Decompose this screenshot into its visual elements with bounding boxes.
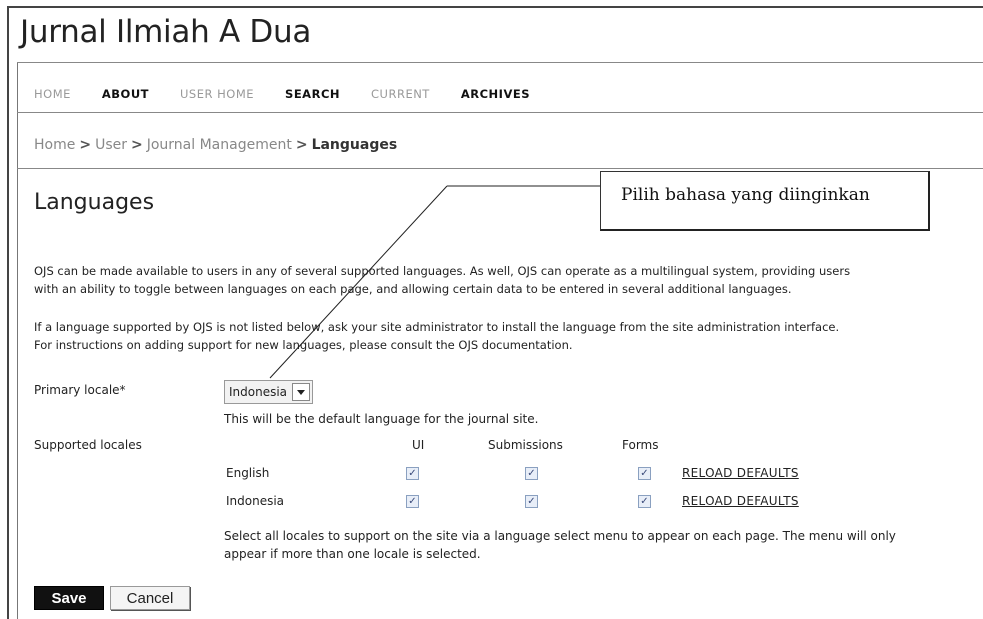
intro-paragraph-1: OJS can be made available to users in an… (34, 262, 979, 298)
locales-note-line1: Select all locales to support on the sit… (224, 529, 896, 543)
nav-user-home[interactable]: USER HOME (180, 87, 254, 101)
breadcrumb: Home > User > Journal Management > Languages (34, 137, 397, 153)
intro-p2-line2: For instructions on adding support for n… (34, 338, 573, 352)
checkbox-english-ui[interactable]: ✓ (406, 467, 419, 480)
breadcrumb-user[interactable]: User (95, 137, 127, 153)
page-title: Languages (34, 190, 155, 215)
intro-p1-line1: OJS can be made available to users in an… (34, 264, 851, 278)
column-header-submissions: Submissions (488, 438, 563, 452)
frame-left-border (7, 6, 9, 619)
primary-locale-select[interactable]: Indonesia (224, 380, 314, 404)
column-header-ui: UI (412, 438, 425, 452)
checkbox-indonesia-forms[interactable]: ✓ (638, 495, 651, 508)
locales-note-line2: appear if more than one locale is select… (224, 547, 481, 561)
main-nav: HOME ABOUT USER HOME SEARCH CURRENT ARCH… (34, 87, 561, 101)
primary-locale-note: This will be the default language for th… (224, 412, 539, 426)
reload-defaults-indonesia-link[interactable]: RELOAD DEFAULTS (682, 494, 799, 508)
checkbox-indonesia-ui[interactable]: ✓ (406, 495, 419, 508)
cancel-button[interactable]: Cancel (110, 586, 190, 610)
locale-name-english: English (226, 466, 270, 480)
column-header-forms: Forms (622, 438, 659, 452)
site-title: Jurnal Ilmiah A Dua (20, 14, 312, 50)
primary-locale-value: Indonesia (229, 385, 288, 399)
breadcrumb-separator: > (131, 137, 143, 153)
supported-locales-label: Supported locales (34, 438, 142, 452)
checkbox-english-submissions[interactable]: ✓ (525, 467, 538, 480)
intro-paragraph-2: If a language supported by OJS is not li… (34, 318, 979, 354)
checkbox-indonesia-submissions[interactable]: ✓ (525, 495, 538, 508)
nav-about[interactable]: ABOUT (102, 87, 149, 101)
annotation-callout: Pilih bahasa yang diinginkan (600, 171, 930, 231)
nav-archives[interactable]: ARCHIVES (461, 87, 530, 101)
nav-current[interactable]: CURRENT (371, 87, 430, 101)
breadcrumb-divider (17, 168, 983, 169)
reload-defaults-english-link[interactable]: RELOAD DEFAULTS (682, 466, 799, 480)
checkbox-english-forms[interactable]: ✓ (638, 467, 651, 480)
breadcrumb-separator: > (79, 137, 92, 153)
breadcrumb-journal-management[interactable]: Journal Management (147, 137, 292, 153)
primary-locale-label: Primary locale* (34, 383, 126, 397)
breadcrumb-home[interactable]: Home (34, 137, 75, 153)
content-left-border (17, 62, 18, 619)
intro-p2-line1: If a language supported by OJS is not li… (34, 320, 840, 334)
save-button[interactable]: Save (34, 586, 104, 610)
breadcrumb-separator: > (295, 137, 308, 153)
header-divider (17, 62, 983, 63)
locale-name-indonesia: Indonesia (226, 494, 285, 508)
dropdown-arrow-icon (292, 383, 311, 401)
intro-p1-line2: with an ability to toggle between langua… (34, 282, 792, 296)
locales-note: Select all locales to support on the sit… (224, 527, 896, 563)
nav-home[interactable]: HOME (34, 87, 71, 101)
nav-search[interactable]: SEARCH (285, 87, 340, 101)
breadcrumb-languages[interactable]: Languages (312, 137, 398, 153)
nav-divider (17, 112, 983, 113)
frame-top-border (7, 6, 983, 8)
